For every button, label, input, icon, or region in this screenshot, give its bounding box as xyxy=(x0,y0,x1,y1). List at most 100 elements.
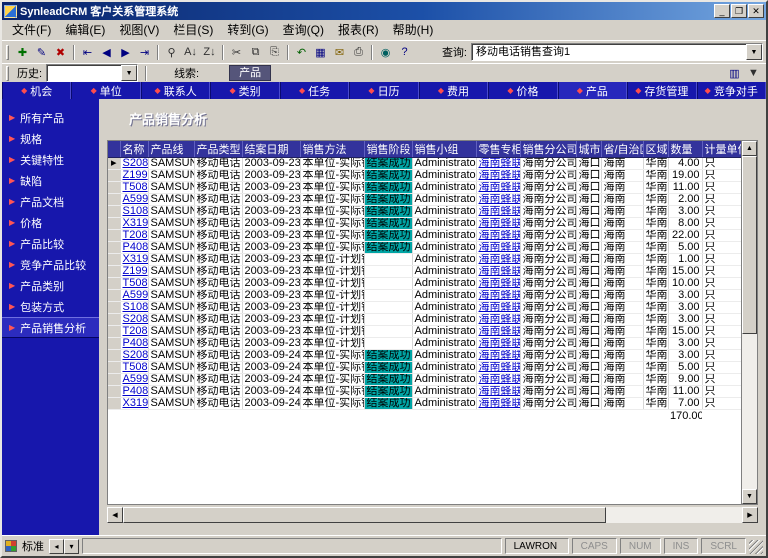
tab-item[interactable]: ◆任务 xyxy=(280,82,349,99)
sidebar-item[interactable]: ▶关键特性 xyxy=(2,149,99,170)
sort-desc-icon[interactable]: Z↓ xyxy=(200,43,219,61)
table-row[interactable]: T208SAMSUNG移动电话2003-09-23本单位-计划销售Adminis… xyxy=(108,326,741,338)
menu-item[interactable]: 转到(G) xyxy=(220,20,275,40)
horizontal-scroll-thumb[interactable] xyxy=(123,507,606,523)
query-combobox-value[interactable]: 移动电话销售查询1 xyxy=(472,44,746,60)
tab-item[interactable]: ◆产品 xyxy=(558,82,627,99)
sort-asc-icon[interactable]: A↓ xyxy=(181,43,200,61)
dropdown-icon[interactable]: ▾ xyxy=(64,539,79,554)
cell-name[interactable]: X319 xyxy=(120,218,148,230)
cell-name[interactable]: S108 xyxy=(120,302,148,314)
zoom-icon[interactable]: ⚲ xyxy=(162,43,181,61)
cell-name[interactable]: Z199 xyxy=(120,170,148,182)
cell-name[interactable]: T508 xyxy=(120,278,148,290)
cell-name[interactable]: P408 xyxy=(120,338,148,350)
history-combobox[interactable]: ▼ xyxy=(46,64,138,82)
prev-record-icon[interactable]: ◀ xyxy=(97,43,116,61)
table-row[interactable]: P408SAMSUNG移动电话2003-09-23本单位-实际销售结案成功Adm… xyxy=(108,242,741,254)
table-row[interactable]: S208SAMSUNG移动电话2003-09-23本单位-计划销售Adminis… xyxy=(108,314,741,326)
column-header-retail-counter[interactable]: 零售专柜 xyxy=(476,141,520,158)
column-header-product-line[interactable]: 产品线 xyxy=(148,141,194,158)
maximize-button[interactable]: ❐ xyxy=(731,4,747,18)
cell-name[interactable]: S108 xyxy=(120,206,148,218)
cell-retail-counter[interactable]: 海南蜂联科技 xyxy=(476,326,520,338)
context-product-button[interactable]: 产品 xyxy=(229,65,271,81)
table-row[interactable]: T208SAMSUNG移动电话2003-09-23本单位-实际销售结案成功Adm… xyxy=(108,230,741,242)
find-icon[interactable]: ◉ xyxy=(376,43,395,61)
tab-item[interactable]: ◆价格 xyxy=(488,82,557,99)
new-record-icon[interactable]: ✚ xyxy=(13,43,32,61)
table-row[interactable]: S108SAMSUNG移动电话2003-09-23本单位-实际销售结案成功Adm… xyxy=(108,206,741,218)
table-row[interactable]: A599SAMSUNG移动电话2003-09-24本单位-实际销售结案成功Adm… xyxy=(108,374,741,386)
cell-name[interactable]: T508 xyxy=(120,182,148,194)
print-icon[interactable]: ⎙ xyxy=(349,43,368,61)
sidebar-item[interactable]: ▶包装方式 xyxy=(2,296,99,317)
cell-retail-counter[interactable]: 海南蜂联科技 xyxy=(476,218,520,230)
scroll-right-button[interactable]: ▶ xyxy=(742,507,758,523)
scroll-down-button[interactable]: ▼ xyxy=(742,489,757,504)
cell-retail-counter[interactable]: 海南蜂联科技 xyxy=(476,302,520,314)
column-header-sales-team[interactable]: 销售小组 xyxy=(412,141,476,158)
scroll-left-button[interactable]: ◀ xyxy=(107,507,123,523)
sidebar-item[interactable]: ▶所有产品 xyxy=(2,107,99,128)
vertical-scrollbar[interactable]: ▲ ▼ xyxy=(741,141,757,504)
cell-name[interactable]: A599 xyxy=(120,194,148,206)
cell-retail-counter[interactable]: 海南蜂联科技 xyxy=(476,194,520,206)
scroll-up-button[interactable]: ▲ xyxy=(742,141,757,156)
filter-icon[interactable]: ▼ xyxy=(744,64,763,82)
query-combobox[interactable]: 移动电话销售查询1 ▼ xyxy=(471,43,763,61)
sidebar-item[interactable]: ▶产品文档 xyxy=(2,191,99,212)
history-combobox-value[interactable] xyxy=(47,65,121,81)
table-row[interactable]: X319SAMSUNG移动电话2003-09-23本单位-实际销售结案成功Adm… xyxy=(108,218,741,230)
tab-item[interactable]: ◆竞争对手 xyxy=(697,82,766,99)
cell-retail-counter[interactable]: 海南蜂联科技 xyxy=(476,314,520,326)
table-row[interactable]: P408SAMSUNG移动电话2003-09-24本单位-实际销售结案成功Adm… xyxy=(108,386,741,398)
query-combobox-arrow[interactable]: ▼ xyxy=(746,44,762,60)
grid-icon[interactable]: ▦ xyxy=(311,43,330,61)
sidebar-item[interactable]: ▶产品销售分析 xyxy=(2,317,99,338)
table-row[interactable]: T508SAMSUNG移动电话2003-09-23本单位-计划销售Adminis… xyxy=(108,278,741,290)
close-button[interactable]: ✕ xyxy=(748,4,764,18)
cell-retail-counter[interactable]: 海南蜂联科技 xyxy=(476,374,520,386)
cell-retail-counter[interactable]: 海南蜂联科技 xyxy=(476,386,520,398)
vertical-scroll-thumb[interactable] xyxy=(742,156,757,334)
cell-name[interactable]: T208 xyxy=(120,326,148,338)
column-header-unit[interactable]: 计量单位 xyxy=(702,141,741,158)
tab-item[interactable]: ◆机会 xyxy=(2,82,71,99)
cell-retail-counter[interactable]: 海南蜂联科技 xyxy=(476,158,520,170)
history-bar-grip[interactable] xyxy=(6,66,9,81)
edit-record-icon[interactable]: ✎ xyxy=(32,43,51,61)
cell-name[interactable]: T208 xyxy=(120,230,148,242)
cell-retail-counter[interactable]: 海南蜂联科技 xyxy=(476,290,520,302)
cell-retail-counter[interactable]: 海南蜂联科技 xyxy=(476,206,520,218)
vertical-scroll-track[interactable] xyxy=(742,156,757,489)
paste-icon[interactable]: ⎘ xyxy=(265,43,284,61)
menu-item[interactable]: 报表(R) xyxy=(331,20,386,40)
columns-icon[interactable]: ▥ xyxy=(725,64,744,82)
copy-icon[interactable]: ⧉ xyxy=(246,43,265,61)
menu-item[interactable]: 查询(Q) xyxy=(276,20,331,40)
cell-name[interactable]: A599 xyxy=(120,374,148,386)
horizontal-scrollbar[interactable]: ◀ ▶ xyxy=(107,507,758,523)
next-record-icon[interactable]: ▶ xyxy=(116,43,135,61)
menu-item[interactable]: 栏目(S) xyxy=(166,20,220,40)
undo-icon[interactable]: ↶ xyxy=(292,43,311,61)
table-row[interactable]: S108SAMSUNG移动电话2003-09-23本单位-计划销售Adminis… xyxy=(108,302,741,314)
table-row[interactable]: X319SAMSUNG移动电话2003-09-24本单位-实际销售结案成功Adm… xyxy=(108,398,741,410)
delete-record-icon[interactable]: ✖ xyxy=(51,43,70,61)
column-header-name[interactable]: 名称 xyxy=(120,141,148,158)
table-row[interactable]: A599SAMSUNG移动电话2003-09-23本单位-实际销售结案成功Adm… xyxy=(108,194,741,206)
table-row[interactable]: ▸S208SAMSUNG移动电话2003-09-23本单位-实际销售结案成功Ad… xyxy=(108,158,741,170)
table-row[interactable]: Z199SAMSUNG移动电话2003-09-23本单位-实际销售结案成功Adm… xyxy=(108,170,741,182)
cell-name[interactable]: X319 xyxy=(120,398,148,410)
column-header-city[interactable]: 城市 xyxy=(576,141,601,158)
column-header-province[interactable]: 省/自治区 xyxy=(601,141,643,158)
cell-name[interactable]: A599 xyxy=(120,290,148,302)
sidebar-item[interactable]: ▶竞争产品比较 xyxy=(2,254,99,275)
cell-retail-counter[interactable]: 海南蜂联科技 xyxy=(476,350,520,362)
sidebar-item[interactable]: ▶缺陷 xyxy=(2,170,99,191)
cell-name[interactable]: S208 xyxy=(120,158,148,170)
cell-name[interactable]: Z199 xyxy=(120,266,148,278)
column-header-sales-branch[interactable]: 销售分公司 xyxy=(520,141,576,158)
table-row[interactable]: Z199SAMSUNG移动电话2003-09-23本单位-计划销售Adminis… xyxy=(108,266,741,278)
